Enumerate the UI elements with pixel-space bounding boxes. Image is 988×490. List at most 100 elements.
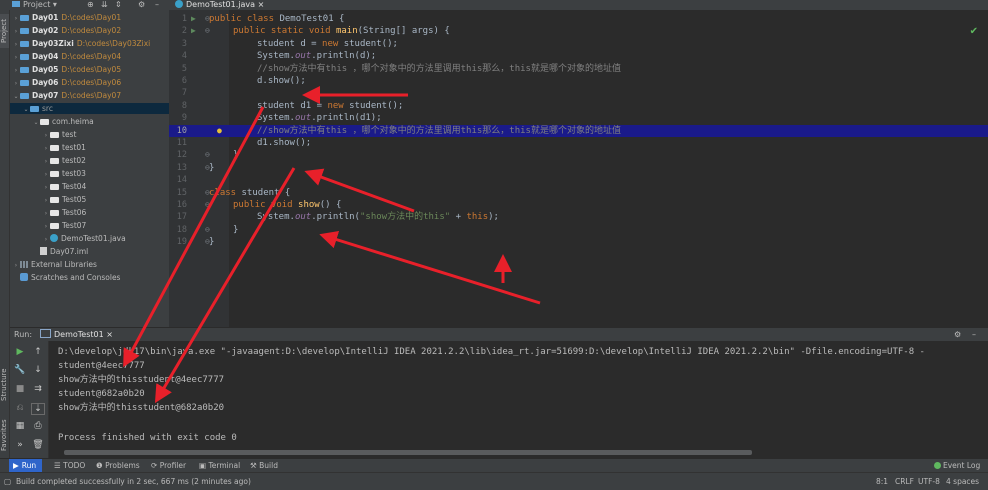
soft-wrap-icon[interactable]: ⇉ [28, 384, 48, 394]
project-side-tab[interactable]: Project [0, 14, 9, 48]
rerun-icon[interactable]: ▶ [10, 347, 30, 357]
chevron-right-icon[interactable]: › [42, 221, 50, 232]
tree-item-day03zixi[interactable]: › Day03Zixi D:\codes\Day03Zixi [12, 38, 150, 49]
chevron-right-icon[interactable]: › [42, 234, 50, 245]
fold-icon[interactable]: ⊖ [205, 149, 210, 161]
chevron-right-icon[interactable]: › [42, 195, 50, 206]
problems-tool-button[interactable]: ❶ Problems [96, 459, 140, 473]
tree-item-test[interactable]: › test [42, 129, 77, 141]
run-tool-button[interactable]: ▶ Run [9, 459, 42, 473]
tree-item-test06[interactable]: › Test06 [42, 207, 87, 219]
tree-item-day05[interactable]: › Day05 D:\codes\Day05 [12, 64, 121, 75]
line-separator[interactable]: CRLF [895, 473, 914, 490]
run-gutter-icon[interactable]: ▶ [191, 25, 196, 37]
tree-item-com-heima[interactable]: ⌄ com.heima [32, 116, 93, 128]
chevron-right-icon[interactable]: › [12, 52, 20, 63]
build-tool-button[interactable]: ⚒ Build [250, 459, 278, 473]
run-console[interactable]: D:\develop\jdk17\bin\java.exe "-javaagen… [49, 341, 988, 458]
pin-icon[interactable]: » [10, 440, 30, 450]
caret-position[interactable]: 8:1 [876, 473, 888, 490]
file-encoding[interactable]: UTF-8 [918, 473, 940, 490]
layout-icon[interactable]: ▦ [10, 421, 30, 431]
tree-item-day04[interactable]: › Day04 D:\codes\Day04 [12, 51, 121, 62]
chevron-down-icon[interactable]: ⌄ [32, 117, 40, 128]
gear-icon[interactable]: ⚙ [954, 328, 961, 342]
wrench-icon[interactable]: 🔧 [10, 365, 30, 375]
tree-item-test03[interactable]: › test03 [42, 168, 86, 179]
status-toggle-icon[interactable]: ▢ [4, 473, 11, 490]
tree-item-day01[interactable]: › Day01 D:\codes\Day01 [12, 12, 121, 23]
indent-setting[interactable]: 4 spaces [946, 473, 979, 490]
todo-tool-button[interactable]: ☰ TODO [54, 459, 85, 473]
code-line: 15 ⊖ class student { [176, 187, 291, 198]
chevron-right-icon[interactable]: › [42, 143, 50, 154]
chevron-right-icon[interactable]: › [12, 13, 20, 24]
print-icon[interactable]: ⎙ [28, 421, 48, 431]
close-tab-icon[interactable]: × [258, 0, 265, 9]
hide-panel-icon[interactable]: – [972, 328, 976, 342]
event-log-button[interactable]: Event Log [934, 459, 980, 473]
profiler-tool-button[interactable]: ⟳ Profiler [151, 459, 186, 473]
fold-icon[interactable]: ⊖ [205, 199, 210, 211]
tree-item-test02[interactable]: › test02 [42, 155, 86, 166]
chevron-right-icon[interactable]: › [12, 39, 20, 50]
target-icon[interactable]: ⊕ [87, 0, 94, 10]
tree-item-external-libraries[interactable]: › External Libraries [12, 259, 97, 270]
project-folder-icon [12, 1, 20, 7]
run-gutter-icon[interactable]: ▶ [191, 13, 196, 25]
chevron-right-icon[interactable]: › [12, 260, 20, 271]
code-line: 5//show方法中有this ，哪个对象中的方法里调用this那么，this就… [181, 63, 621, 74]
code-line-current: 10 ●//show方法中有this ，哪个对象中的方法里调用this那么，thi… [169, 124, 988, 137]
tree-item-day06[interactable]: › Day06 D:\codes\Day06 [12, 77, 121, 88]
project-dropdown[interactable]: Project ▾ [12, 0, 57, 10]
chevron-down-icon[interactable]: ⌄ [22, 104, 30, 115]
code-line: 14 [176, 175, 187, 186]
structure-side-tab[interactable]: Structure [0, 365, 9, 405]
chevron-right-icon[interactable]: › [12, 26, 20, 37]
module-folder-icon [20, 41, 29, 47]
close-tab-icon[interactable]: × [106, 330, 113, 339]
tree-item-src[interactable]: ⌄ src [10, 103, 169, 114]
editor-tab-demotest01[interactable]: DemoTest01.java × [175, 0, 264, 10]
module-folder-icon [20, 28, 29, 34]
tree-item-test01[interactable]: › test01 [42, 142, 86, 153]
chevron-right-icon[interactable]: › [42, 169, 50, 180]
chevron-down-icon[interactable]: ⌄ [12, 91, 20, 102]
status-message[interactable]: Build completed successfully in 2 sec, 6… [16, 473, 251, 490]
code-editor[interactable]: 1 ▶ ⊖ public class DemoTest01 { 2 ▶ ⊖ public s… [169, 10, 988, 327]
chevron-right-icon[interactable]: › [42, 182, 50, 193]
run-tab-demotest01[interactable]: DemoTest01 × [40, 328, 113, 342]
tree-item-demotest01-java[interactable]: › DemoTest01.java [42, 233, 126, 244]
module-folder-icon [20, 15, 29, 21]
hide-panel-icon[interactable]: – [155, 0, 159, 10]
collapse-icon[interactable]: ⇊ [101, 0, 108, 10]
tree-item-scratches[interactable]: Scratches and Consoles [20, 272, 120, 283]
expand-icon[interactable]: ⇕ [115, 0, 122, 10]
chevron-right-icon[interactable]: › [42, 208, 50, 219]
favorites-side-tab[interactable]: Favorites [0, 415, 9, 455]
stop-icon[interactable]: ■ [10, 384, 30, 394]
no-problems-check-icon[interactable]: ✔ [970, 26, 978, 37]
dump-threads-icon[interactable]: ⎌ [10, 403, 30, 413]
terminal-tool-button[interactable]: ▣ Terminal [199, 459, 240, 473]
tree-item-day07-iml[interactable]: Day07.iml [32, 246, 88, 257]
source-folder-icon [30, 106, 39, 112]
tree-item-test04[interactable]: › Test04 [42, 181, 87, 193]
chevron-right-icon[interactable]: › [12, 65, 20, 76]
scroll-to-end-icon[interactable]: ⇣ [31, 403, 45, 415]
console-horizontal-scrollbar[interactable] [64, 450, 752, 455]
tree-item-day02[interactable]: › Day02 D:\codes\Day02 [12, 25, 121, 36]
trash-icon[interactable]: 🗑 [28, 440, 48, 450]
lightbulb-icon[interactable]: ● [217, 125, 222, 137]
gear-icon[interactable]: ⚙ [138, 0, 145, 10]
tree-item-day07[interactable]: ⌄ Day07 D:\codes\Day07 [12, 90, 121, 101]
chevron-right-icon[interactable]: › [42, 156, 50, 167]
tree-item-test07[interactable]: › Test07 [42, 220, 87, 232]
chevron-right-icon[interactable]: › [12, 78, 20, 89]
tree-item-test05[interactable]: › Test05 [42, 194, 87, 206]
arrow-down-icon[interactable]: ↓ [28, 365, 48, 375]
arrow-up-icon[interactable]: ↑ [28, 347, 48, 357]
fold-icon[interactable]: ⊖ [205, 224, 210, 236]
chevron-right-icon[interactable]: › [42, 130, 50, 141]
fold-icon[interactable]: ⊖ [205, 25, 210, 37]
